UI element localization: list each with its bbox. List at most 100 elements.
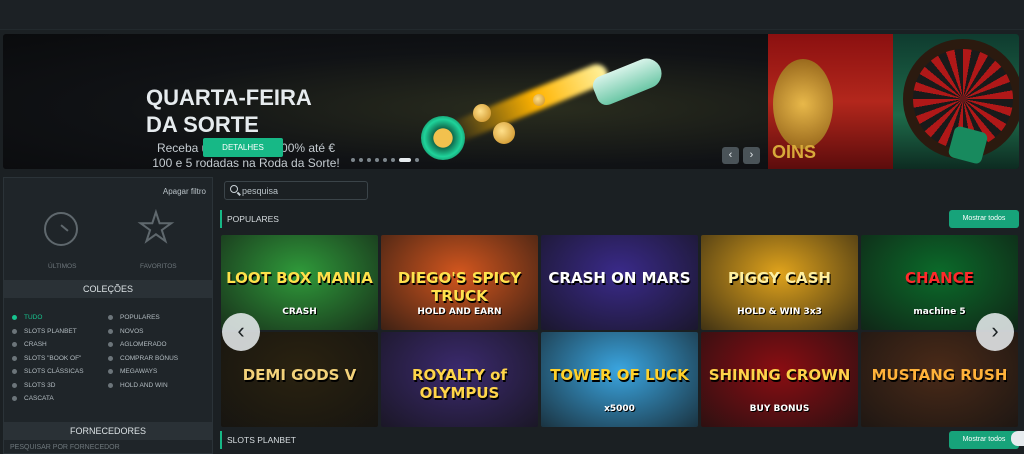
radio-bullet-icon bbox=[108, 382, 113, 388]
game-title: MUSTANG RUSH bbox=[871, 366, 1008, 384]
carousel-dot[interactable] bbox=[391, 158, 395, 162]
carousel-dots[interactable] bbox=[351, 158, 419, 162]
coin-graphic bbox=[493, 122, 515, 144]
show-all-button[interactable]: Mostrar todos bbox=[949, 431, 1019, 449]
radio-bullet-icon bbox=[108, 355, 113, 361]
user-icon[interactable] bbox=[1011, 431, 1024, 446]
carousel-dot[interactable] bbox=[375, 158, 379, 162]
game-title: SHINING CROWN bbox=[708, 366, 851, 384]
category-item[interactable]: SLOTS PLANBET bbox=[12, 327, 108, 336]
category-label: SLOTS PLANBET bbox=[24, 327, 77, 335]
provider-search-input[interactable]: PESQUISAR POR FORNECEDOR bbox=[10, 444, 120, 451]
banner-slide-main bbox=[3, 34, 768, 169]
category-label: HOLD AND WIN bbox=[120, 381, 168, 389]
collections-heading: COLEÇÕES bbox=[4, 280, 212, 298]
game-tile[interactable]: CRASH ON MARS bbox=[541, 235, 698, 330]
category-label: CRASH bbox=[24, 341, 47, 348]
game-subtitle: BUY BONUS bbox=[749, 404, 810, 414]
carousel-dot[interactable] bbox=[359, 158, 363, 162]
banner-slide-roulette[interactable] bbox=[893, 34, 1019, 169]
radio-bullet-icon bbox=[12, 382, 17, 388]
gold-coin-graphic bbox=[773, 59, 833, 149]
category-label: POPULARES bbox=[120, 314, 160, 321]
category-label: AGLOMERADO bbox=[120, 341, 167, 348]
carousel-dot[interactable] bbox=[351, 158, 355, 162]
category-list: TUDO POPULARES SLOTS PLANBET NOVOS CRASH AGLO… bbox=[12, 313, 212, 403]
category-item[interactable]: HOLD AND WIN bbox=[108, 381, 204, 390]
search-input[interactable]: pesquisa bbox=[224, 181, 368, 200]
radio-bullet-icon bbox=[12, 328, 17, 334]
game-title: DEMI GODS V bbox=[242, 366, 357, 384]
section-title-slots-planbet: SLOTS PLANBET bbox=[220, 431, 296, 449]
chevron-left-icon: ‹ bbox=[728, 149, 733, 161]
game-subtitle: HOLD & WIN 3x3 bbox=[737, 307, 822, 317]
chevron-right-icon: › bbox=[749, 149, 754, 161]
grid-prev-button[interactable]: ‹ bbox=[222, 313, 260, 351]
clock-icon[interactable] bbox=[44, 212, 78, 246]
category-item[interactable]: SLOTS "BOOK OF" bbox=[12, 354, 108, 363]
show-all-button[interactable]: Mostrar todos bbox=[949, 210, 1019, 228]
category-label: MEGAWAYS bbox=[120, 368, 158, 375]
banner-next-button[interactable]: › bbox=[743, 147, 760, 164]
game-title: CRASH ON MARS bbox=[548, 269, 691, 287]
top-bar bbox=[0, 0, 1024, 30]
radio-bullet-icon bbox=[108, 315, 113, 320]
clear-filter-link[interactable]: Apagar filtro bbox=[163, 187, 206, 196]
game-tile[interactable]: DIEGO'S SPICY TRUCK HOLD AND EARN bbox=[381, 235, 538, 330]
category-item[interactable]: NOVOS bbox=[108, 327, 204, 336]
radio-bullet-icon bbox=[12, 315, 17, 320]
category-item[interactable]: SLOTS CLÁSSICAS bbox=[12, 367, 108, 376]
filter-sidebar: Apagar filtro ÚLTIMOS ★ FAVORITOS COLEÇÕ… bbox=[3, 177, 213, 454]
category-item[interactable]: SLOTS 3D bbox=[12, 381, 108, 390]
game-tile[interactable]: ROYALTY of OLYMPUS bbox=[381, 332, 538, 427]
promo-banner[interactable]: QUARTA-FEIRA DA SORTE Receba um bónus de… bbox=[3, 34, 1019, 169]
category-label: SLOTS 3D bbox=[24, 381, 56, 389]
category-item[interactable]: AGLOMERADO bbox=[108, 340, 204, 349]
game-subtitle: x5000 bbox=[604, 404, 635, 414]
recent-label[interactable]: ÚLTIMOS bbox=[48, 263, 76, 270]
game-title: CHANCE bbox=[905, 269, 974, 287]
radio-bullet-icon bbox=[12, 342, 17, 347]
game-title: DIEGO'S SPICY TRUCK bbox=[397, 269, 522, 305]
carousel-dot[interactable] bbox=[383, 158, 387, 162]
game-title: ROYALTY of OLYMPUS bbox=[411, 366, 508, 402]
casino-chip-graphic bbox=[421, 116, 465, 160]
category-label: COMPRAR BÓNUS bbox=[120, 354, 179, 362]
carousel-dot[interactable] bbox=[415, 158, 419, 162]
banner-prev-button[interactable]: ‹ bbox=[722, 147, 739, 164]
radio-bullet-icon bbox=[12, 355, 17, 361]
game-title: TOWER OF LUCK bbox=[550, 366, 689, 384]
radio-bullet-icon bbox=[12, 396, 17, 401]
details-button[interactable]: DETALHES bbox=[203, 138, 283, 157]
favorites-label[interactable]: FAVORITOS bbox=[140, 263, 177, 270]
category-item[interactable]: MEGAWAYS bbox=[108, 367, 204, 376]
category-label: SLOTS CLÁSSICAS bbox=[24, 368, 84, 375]
carousel-dot[interactable] bbox=[367, 158, 371, 162]
chevron-left-icon: ‹ bbox=[237, 318, 245, 343]
star-icon[interactable]: ★ bbox=[137, 207, 175, 249]
radio-bullet-icon bbox=[108, 342, 113, 347]
category-item[interactable]: COMPRAR BÓNUS bbox=[108, 354, 204, 363]
game-tile[interactable]: TOWER OF LUCK x5000 bbox=[541, 332, 698, 427]
game-title: PIGGY CASH bbox=[728, 269, 831, 287]
carousel-dot-active[interactable] bbox=[399, 158, 411, 162]
coin-graphic bbox=[533, 94, 545, 106]
coin-graphic bbox=[473, 104, 491, 122]
chevron-right-icon: › bbox=[991, 318, 999, 343]
category-item[interactable]: CRASH bbox=[12, 340, 108, 349]
banner-slide-coins[interactable]: OINS bbox=[768, 34, 893, 169]
radio-bullet-icon bbox=[108, 369, 113, 374]
category-label: CASCATA bbox=[24, 395, 54, 402]
category-label: TUDO bbox=[24, 314, 43, 321]
grid-next-button[interactable]: › bbox=[976, 313, 1014, 351]
category-item[interactable]: TUDO bbox=[12, 313, 108, 322]
game-tile[interactable]: PIGGY CASH HOLD & WIN 3x3 bbox=[701, 235, 858, 330]
category-item[interactable]: CASCATA bbox=[12, 394, 108, 403]
category-label: SLOTS "BOOK OF" bbox=[24, 354, 82, 362]
game-tile[interactable]: SHINING CROWN BUY BONUS bbox=[701, 332, 858, 427]
category-item[interactable]: POPULARES bbox=[108, 313, 204, 322]
category-label: NOVOS bbox=[120, 327, 144, 335]
radio-bullet-icon bbox=[108, 328, 113, 334]
search-icon bbox=[230, 185, 238, 193]
search-placeholder: pesquisa bbox=[242, 186, 279, 196]
